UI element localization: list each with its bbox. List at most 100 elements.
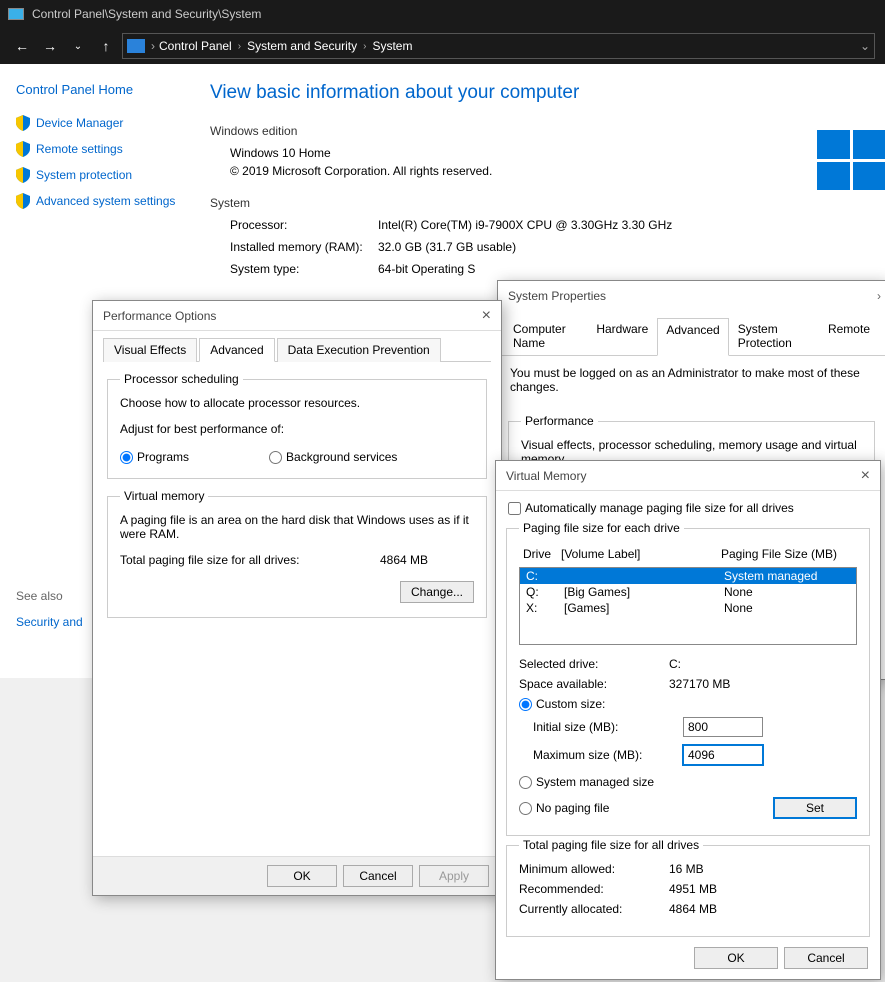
tab-visual-effects[interactable]: Visual Effects [103, 338, 197, 362]
crumb-mid[interactable]: System and Security [247, 39, 357, 53]
ram-label: Installed memory (RAM): [230, 240, 378, 254]
drive-list-header: Drive [Volume Label] Paging File Size (M… [519, 545, 857, 563]
edition-heading: Windows edition [210, 124, 885, 138]
page-heading: View basic information about your comput… [210, 82, 885, 104]
system-icon [8, 8, 24, 20]
vm-change-button[interactable]: Change... [400, 581, 474, 603]
shield-icon [16, 193, 30, 209]
min-allowed-value: 16 MB [669, 862, 704, 876]
cancel-button[interactable]: Cancel [784, 947, 868, 969]
chevron-right-icon: › [238, 41, 241, 52]
totals-group: Total paging file size for all drives Mi… [506, 838, 870, 937]
tab-remote[interactable]: Remote [819, 317, 879, 355]
forward-button[interactable]: → [38, 34, 62, 58]
radio-nopaging-input[interactable] [519, 802, 532, 815]
windows-logo: V [817, 130, 885, 190]
col-volume: [Volume Label] [561, 547, 721, 561]
device-manager-link[interactable]: Device Manager [16, 115, 194, 131]
crumb-leaf[interactable]: System [372, 39, 412, 53]
cancel-button[interactable]: Cancel [343, 865, 413, 887]
drive-list[interactable]: C: System managed Q: [Big Games] None X:… [519, 567, 857, 645]
nav-label: Device Manager [36, 116, 123, 130]
shield-icon [16, 167, 30, 183]
tab-hardware[interactable]: Hardware [587, 317, 657, 355]
scheduling-legend: Processor scheduling [120, 372, 243, 386]
drive-row[interactable]: C: System managed [520, 568, 856, 584]
auto-manage-checkbox[interactable]: Automatically manage paging file size fo… [508, 501, 868, 515]
windows-flag-icon [817, 130, 885, 190]
chevron-down-icon[interactable]: ⌄ [860, 39, 870, 53]
radio-programs[interactable]: Programs [120, 450, 189, 464]
dialog-titlebar: Virtual Memory × [496, 461, 880, 491]
processor-value: Intel(R) Core(TM) i9-7900X CPU @ 3.30GHz… [378, 218, 672, 232]
ok-button[interactable]: OK [694, 947, 778, 969]
folder-icon [127, 39, 145, 53]
radio-sysmanaged-input[interactable] [519, 776, 532, 789]
sysprops-tabs: Computer Name Hardware Advanced System P… [498, 311, 885, 356]
close-icon[interactable]: × [482, 307, 491, 325]
radio-system-managed[interactable]: System managed size [519, 775, 857, 789]
chevron-right-icon: › [363, 41, 366, 52]
drive-row[interactable]: Q: [Big Games] None [520, 584, 856, 600]
tab-computer-name[interactable]: Computer Name [504, 317, 587, 355]
breadcrumb-bar[interactable]: › Control Panel › System and Security › … [122, 33, 875, 59]
initial-size-input[interactable] [683, 717, 763, 737]
tab-advanced[interactable]: Advanced [657, 318, 728, 356]
recent-dropdown[interactable]: ⌄ [66, 34, 90, 58]
maximum-size-label: Maximum size (MB): [533, 748, 683, 762]
radio-background[interactable]: Background services [269, 450, 397, 464]
nav-toolbar: ← → ⌄ ↑ › Control Panel › System and Sec… [0, 28, 885, 64]
vm-desc: A paging file is an area on the hard dis… [120, 513, 474, 541]
radio-programs-input[interactable] [120, 451, 133, 464]
processor-scheduling-group: Processor scheduling Choose how to alloc… [107, 372, 487, 479]
back-button[interactable]: ← [10, 34, 34, 58]
col-drive: Drive [523, 547, 561, 561]
maximum-size-input[interactable] [683, 745, 763, 765]
nav-label: System protection [36, 168, 132, 182]
nav-label: Remote settings [36, 142, 123, 156]
radio-background-input[interactable] [269, 451, 282, 464]
recommended-value: 4951 MB [669, 882, 717, 896]
dialog-title: Virtual Memory [506, 469, 586, 483]
tab-advanced[interactable]: Advanced [199, 338, 274, 362]
chevron-right-icon[interactable]: › [877, 289, 881, 303]
vm-total-label: Total paging file size for all drives: [120, 553, 380, 567]
drive-row[interactable]: X: [Games] None [520, 600, 856, 616]
radio-custom-size[interactable]: Custom size: [519, 697, 857, 711]
paging-per-drive-group: Paging file size for each drive Drive [V… [506, 521, 870, 836]
min-allowed-label: Minimum allowed: [519, 862, 669, 876]
up-button[interactable]: ↑ [94, 34, 118, 58]
tab-dep[interactable]: Data Execution Prevention [277, 338, 441, 362]
ok-button[interactable]: OK [267, 865, 337, 887]
vm-legend: Virtual memory [120, 489, 208, 503]
space-available-value: 327170 MB [669, 677, 730, 691]
systype-label: System type: [230, 262, 378, 276]
scheduling-desc: Choose how to allocate processor resourc… [120, 396, 474, 410]
auto-manage-input[interactable] [508, 502, 521, 515]
radio-custom-input[interactable] [519, 698, 532, 711]
allocated-label: Currently allocated: [519, 902, 669, 916]
window-titlebar: Control Panel\System and Security\System [0, 0, 885, 28]
edition-name: Windows 10 Home [230, 146, 885, 160]
space-available-label: Space available: [519, 677, 669, 691]
advanced-system-settings-link[interactable]: Advanced system settings [16, 193, 194, 209]
system-protection-link[interactable]: System protection [16, 167, 194, 183]
close-icon[interactable]: × [861, 467, 870, 485]
remote-settings-link[interactable]: Remote settings [16, 141, 194, 157]
virtual-memory-dialog: Virtual Memory × Automatically manage pa… [495, 460, 881, 980]
crumb-root[interactable]: Control Panel [159, 39, 232, 53]
apply-button[interactable]: Apply [419, 865, 489, 887]
perfopt-tabs: Visual Effects Advanced Data Execution P… [103, 337, 491, 362]
nav-label: Advanced system settings [36, 194, 175, 208]
initial-size-label: Initial size (MB): [533, 720, 683, 734]
dialog-titlebar: System Properties › [498, 281, 885, 311]
performance-options-dialog: Performance Options × Visual Effects Adv… [92, 300, 502, 896]
ram-value: 32.0 GB (31.7 GB usable) [378, 240, 516, 254]
control-panel-home-link[interactable]: Control Panel Home [16, 82, 194, 97]
window-title: Control Panel\System and Security\System [32, 7, 261, 21]
processor-label: Processor: [230, 218, 378, 232]
tab-system-protection[interactable]: System Protection [729, 317, 819, 355]
recommended-label: Recommended: [519, 882, 669, 896]
set-button[interactable]: Set [773, 797, 857, 819]
radio-no-paging[interactable]: No paging file [519, 801, 773, 815]
